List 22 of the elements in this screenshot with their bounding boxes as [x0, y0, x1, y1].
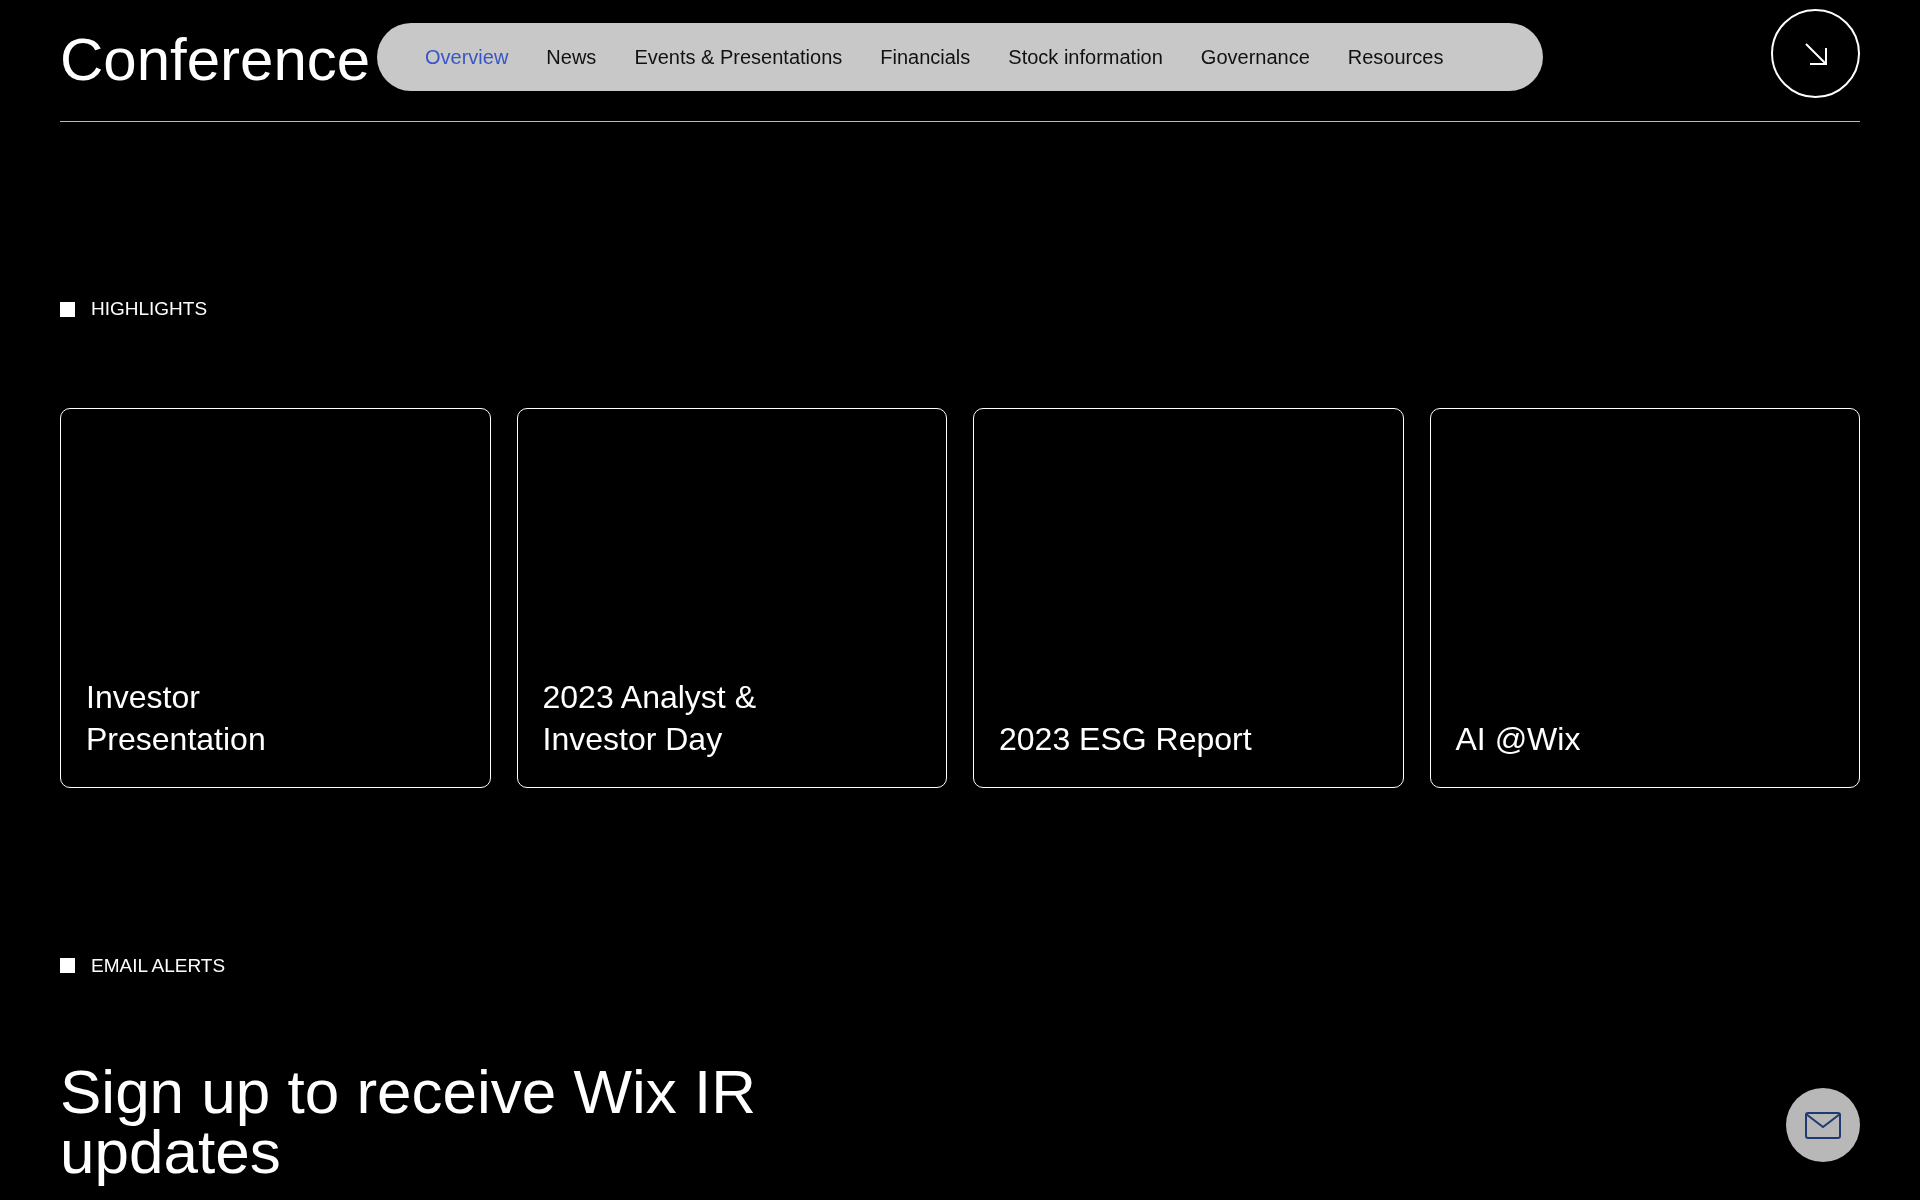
nav-link[interactable]: Financials [880, 42, 971, 72]
nav-link[interactable]: Governance [1200, 42, 1310, 72]
nav-link[interactable]: Events & Presentations [634, 42, 843, 72]
card-title: AI @Wix [1455, 719, 1581, 759]
card-title: 2023 Analyst & Investor Day [542, 677, 757, 759]
highlight-card[interactable]: AI @Wix [1429, 407, 1860, 788]
square-bullet-icon [60, 301, 75, 317]
card-title: 2023 ESG Report [999, 719, 1252, 759]
section-label: HIGHLIGHTS [91, 297, 208, 321]
square-bullet-icon [60, 958, 75, 974]
card-title: Investor Presentation [86, 677, 267, 759]
highlight-card[interactable]: 2023 Analyst & Investor Day [516, 407, 947, 788]
arrow-button[interactable] [1771, 9, 1860, 98]
nav-link[interactable]: News [546, 42, 597, 72]
section-label: EMAIL ALERTS [91, 953, 226, 978]
highlight-card[interactable]: 2023 ESG Report [973, 407, 1404, 788]
nav-link[interactable]: Overview [425, 42, 509, 72]
highlight-card[interactable]: Investor Presentation [60, 407, 491, 788]
envelope-icon [1805, 1111, 1841, 1139]
nav-link[interactable]: Resources [1347, 42, 1444, 72]
nav-link[interactable]: Stock information [1008, 42, 1163, 72]
page-title: Conference [60, 25, 371, 95]
